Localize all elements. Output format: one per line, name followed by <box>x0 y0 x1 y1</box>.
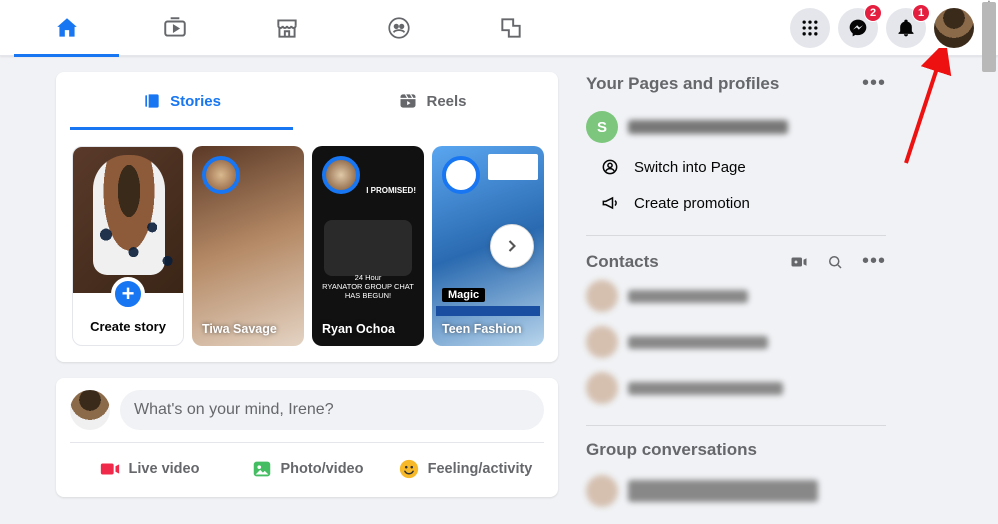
composer-input[interactable]: What's on your mind, Irene? <box>120 390 544 430</box>
pages-menu-button[interactable]: ••• <box>862 72 886 95</box>
page-item[interactable]: S <box>586 105 886 149</box>
story-avatar <box>202 156 240 194</box>
notifications-badge: 1 <box>912 4 930 22</box>
right-cluster: 2 1 <box>790 8 998 48</box>
contact-item[interactable] <box>586 319 886 365</box>
switch-icon <box>600 157 620 177</box>
switch-page-label: Switch into Page <box>634 159 746 176</box>
story-create[interactable]: + Create story <box>72 146 184 346</box>
feed-column: Stories Reels + Create story Tiwa Savage <box>56 72 558 514</box>
marketplace-icon <box>274 15 300 41</box>
switch-page-button[interactable]: Switch into Page <box>586 149 886 185</box>
story-caption: Magic <box>442 288 485 302</box>
contact-item[interactable] <box>586 365 886 411</box>
photo-video-button[interactable]: Photo/video <box>228 449 386 489</box>
divider <box>586 425 886 426</box>
story-name: Teen Fashion <box>442 322 534 336</box>
video-camera-icon <box>99 458 121 480</box>
photo-icon <box>251 458 273 480</box>
main-area: Stories Reels + Create story Tiwa Savage <box>0 56 998 514</box>
composer-avatar[interactable] <box>70 390 110 430</box>
nav-watch[interactable] <box>119 0 231 56</box>
divider <box>586 235 886 236</box>
story-item[interactable]: Tiwa Savage <box>192 146 304 346</box>
composer-actions: Live video Photo/video Feeling/activity <box>70 442 544 489</box>
home-icon <box>54 15 80 41</box>
story-avatar <box>442 156 480 194</box>
live-video-label: Live video <box>129 461 200 477</box>
smile-icon <box>398 458 420 480</box>
live-video-button[interactable]: Live video <box>70 449 228 489</box>
account-avatar[interactable] <box>934 8 974 48</box>
stories-next-button[interactable] <box>490 224 534 268</box>
center-nav <box>14 0 567 56</box>
tab-stories-label: Stories <box>170 93 221 110</box>
messenger-badge: 2 <box>864 4 882 22</box>
nav-gaming[interactable] <box>455 0 567 56</box>
chevron-right-icon <box>502 236 522 256</box>
contacts-menu-button[interactable]: ••• <box>862 250 886 273</box>
page-scrollbar[interactable]: ▲ <box>982 0 996 524</box>
nav-marketplace[interactable] <box>231 0 343 56</box>
contact-item[interactable] <box>586 273 886 319</box>
photo-video-label: Photo/video <box>281 461 364 477</box>
create-story-preview <box>73 147 183 293</box>
nav-groups[interactable] <box>343 0 455 56</box>
stories-icon <box>142 91 162 111</box>
messenger-icon <box>848 18 868 38</box>
watch-icon <box>162 15 188 41</box>
contacts-title: Contacts <box>586 252 790 272</box>
composer-row: What's on your mind, Irene? <box>70 390 544 430</box>
search-contacts-button[interactable] <box>826 253 844 271</box>
tab-stories[interactable]: Stories <box>56 72 307 130</box>
reels-icon <box>398 91 418 111</box>
gaming-icon <box>498 15 524 41</box>
top-nav-bar: 2 1 <box>0 0 998 56</box>
tab-reels[interactable]: Reels <box>307 72 558 130</box>
menu-button[interactable] <box>790 8 830 48</box>
stories-row: + Create story Tiwa Savage I PROMISED! 2… <box>56 130 558 362</box>
new-room-button[interactable] <box>790 253 808 271</box>
contacts-header: Contacts ••• <box>586 250 886 273</box>
story-name: Tiwa Savage <box>202 322 294 336</box>
nav-home[interactable] <box>14 0 119 56</box>
pages-title: Your Pages and profiles <box>586 74 779 94</box>
pages-header: Your Pages and profiles ••• <box>586 72 886 95</box>
create-promotion-button[interactable]: Create promotion <box>586 185 886 221</box>
group-conv-item[interactable] <box>586 468 886 514</box>
create-promotion-label: Create promotion <box>634 195 750 212</box>
story-name: Ryan Ochoa <box>322 322 414 336</box>
scrollbar-thumb[interactable] <box>982 2 996 72</box>
right-sidebar: Your Pages and profiles ••• S Switch int… <box>586 72 886 514</box>
feeling-label: Feeling/activity <box>428 461 533 477</box>
bell-icon <box>896 18 916 38</box>
plus-icon: + <box>111 277 145 311</box>
stories-tabs: Stories Reels <box>56 72 558 130</box>
story-item[interactable]: I PROMISED! 24 HourRYANATOR GROUP CHATHA… <box>312 146 424 346</box>
story-avatar <box>322 156 360 194</box>
grid-icon <box>800 18 820 38</box>
groups-icon <box>386 15 412 41</box>
page-avatar-letter: S <box>586 111 618 143</box>
feeling-button[interactable]: Feeling/activity <box>386 449 544 489</box>
group-conv-title: Group conversations <box>586 440 886 460</box>
page-name-redacted <box>628 120 788 134</box>
notifications-button[interactable]: 1 <box>886 8 926 48</box>
stories-card: Stories Reels + Create story Tiwa Savage <box>56 72 558 362</box>
megaphone-icon <box>600 193 620 213</box>
messenger-button[interactable]: 2 <box>838 8 878 48</box>
composer-card: What's on your mind, Irene? Live video P… <box>56 378 558 497</box>
create-story-label: Create story <box>73 319 183 334</box>
tab-reels-label: Reels <box>426 93 466 110</box>
